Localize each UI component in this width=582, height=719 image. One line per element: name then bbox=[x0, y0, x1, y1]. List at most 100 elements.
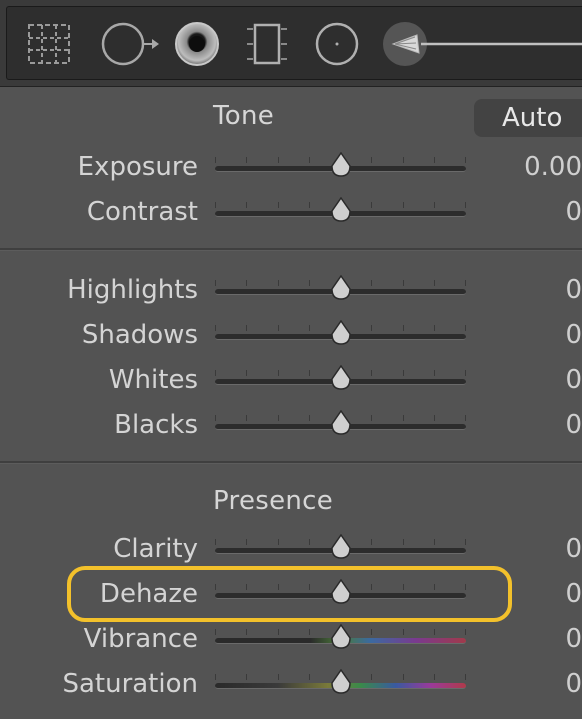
slider-tick bbox=[278, 674, 279, 680]
whites-slider-thumb[interactable] bbox=[330, 365, 352, 391]
slider-value[interactable]: 0.00 bbox=[524, 147, 582, 187]
slider-value[interactable]: 0 bbox=[565, 405, 582, 445]
slider-tick bbox=[371, 674, 372, 680]
slider-tick bbox=[465, 629, 466, 635]
presence-section-title: Presence bbox=[213, 486, 334, 516]
slider-tick bbox=[434, 674, 435, 680]
slider-tick bbox=[465, 202, 466, 208]
spot-removal-icon[interactable] bbox=[97, 7, 161, 79]
slider-tick bbox=[246, 674, 247, 680]
slider-tick bbox=[246, 202, 247, 208]
slider-tick bbox=[278, 202, 279, 208]
slider-row-exposure: Exposure 0.00 bbox=[0, 147, 582, 187]
blacks-slider-thumb[interactable] bbox=[330, 410, 352, 436]
slider-tick bbox=[403, 202, 404, 208]
slider-tick bbox=[465, 539, 466, 545]
slider-tick bbox=[371, 415, 372, 421]
slider-tick bbox=[215, 157, 216, 163]
tone-section-title: Tone bbox=[213, 101, 275, 131]
slider-tick bbox=[403, 415, 404, 421]
slider-tick bbox=[309, 370, 310, 376]
crop-overlay-icon[interactable] bbox=[21, 7, 75, 79]
slider-tick bbox=[371, 280, 372, 286]
slider-label: Blacks bbox=[114, 410, 198, 440]
exposure-slider-thumb[interactable] bbox=[330, 152, 352, 178]
slider-tick bbox=[278, 629, 279, 635]
slider-tick bbox=[434, 629, 435, 635]
slider-label: Exposure bbox=[77, 152, 198, 182]
slider-tick bbox=[403, 674, 404, 680]
slider-tick bbox=[278, 415, 279, 421]
slider-value[interactable]: 0 bbox=[565, 574, 582, 614]
slider-tick bbox=[215, 202, 216, 208]
slider-label: Shadows bbox=[81, 320, 198, 350]
slider-row-vibrance: Vibrance 0 bbox=[0, 619, 582, 659]
saturation-slider-thumb[interactable] bbox=[330, 669, 352, 695]
highlights-slider-thumb[interactable] bbox=[330, 275, 352, 301]
slider-tick bbox=[278, 325, 279, 331]
dehaze-highlight-outline bbox=[67, 566, 512, 622]
slider-value[interactable]: 0 bbox=[565, 270, 582, 310]
slider-value[interactable]: 0 bbox=[565, 619, 582, 659]
slider-label: Clarity bbox=[113, 534, 198, 564]
slider-tick bbox=[371, 629, 372, 635]
slider-label: Vibrance bbox=[83, 624, 198, 654]
slider-tick bbox=[434, 157, 435, 163]
slider-tick bbox=[309, 157, 310, 163]
slider-tick bbox=[215, 629, 216, 635]
slider-tick bbox=[246, 370, 247, 376]
section-divider bbox=[0, 461, 582, 464]
slider-value[interactable]: 0 bbox=[565, 315, 582, 355]
auto-tone-button[interactable]: Auto bbox=[474, 99, 582, 137]
slider-tick bbox=[215, 325, 216, 331]
slider-tick bbox=[434, 325, 435, 331]
slider-tick bbox=[278, 370, 279, 376]
slider-tick bbox=[434, 202, 435, 208]
adjustment-brush-icon[interactable] bbox=[381, 7, 582, 79]
slider-row-whites: Whites 0 bbox=[0, 360, 582, 400]
slider-tick bbox=[246, 629, 247, 635]
slider-value[interactable]: 0 bbox=[565, 192, 582, 232]
slider-tick bbox=[371, 202, 372, 208]
contrast-slider-thumb[interactable] bbox=[330, 197, 352, 223]
slider-tick bbox=[246, 280, 247, 286]
slider-tick bbox=[278, 539, 279, 545]
slider-tick bbox=[215, 280, 216, 286]
slider-tick bbox=[465, 325, 466, 331]
slider-tick bbox=[278, 157, 279, 163]
tool-strip bbox=[6, 6, 582, 80]
slider-row-blacks: Blacks 0 bbox=[0, 405, 582, 445]
vibrance-slider-thumb[interactable] bbox=[330, 624, 352, 650]
slider-tick bbox=[403, 539, 404, 545]
clarity-slider-thumb[interactable] bbox=[330, 534, 352, 560]
slider-tick bbox=[465, 415, 466, 421]
slider-value[interactable]: 0 bbox=[565, 664, 582, 704]
slider-tick bbox=[403, 370, 404, 376]
slider-tick bbox=[246, 539, 247, 545]
graduated-filter-icon[interactable] bbox=[243, 7, 293, 79]
slider-tick bbox=[309, 415, 310, 421]
shadows-slider-thumb[interactable] bbox=[330, 320, 352, 346]
slider-row-saturation: Saturation 0 bbox=[0, 664, 582, 704]
slider-tick bbox=[403, 157, 404, 163]
slider-tick bbox=[371, 325, 372, 331]
slider-tick bbox=[434, 370, 435, 376]
slider-tick bbox=[246, 325, 247, 331]
slider-tick bbox=[465, 674, 466, 680]
slider-tick bbox=[403, 629, 404, 635]
red-eye-icon[interactable] bbox=[171, 7, 223, 79]
slider-tick bbox=[309, 280, 310, 286]
slider-tick bbox=[309, 539, 310, 545]
slider-value[interactable]: 0 bbox=[565, 529, 582, 569]
radial-filter-icon[interactable] bbox=[311, 7, 363, 79]
slider-label: Highlights bbox=[67, 275, 198, 305]
slider-tick bbox=[434, 280, 435, 286]
slider-label: Saturation bbox=[62, 669, 198, 699]
slider-tick bbox=[403, 280, 404, 286]
slider-tick bbox=[465, 157, 466, 163]
slider-tick bbox=[371, 370, 372, 376]
slider-value[interactable]: 0 bbox=[565, 360, 582, 400]
slider-tick bbox=[465, 370, 466, 376]
slider-tick bbox=[371, 539, 372, 545]
slider-label: Contrast bbox=[86, 197, 198, 227]
